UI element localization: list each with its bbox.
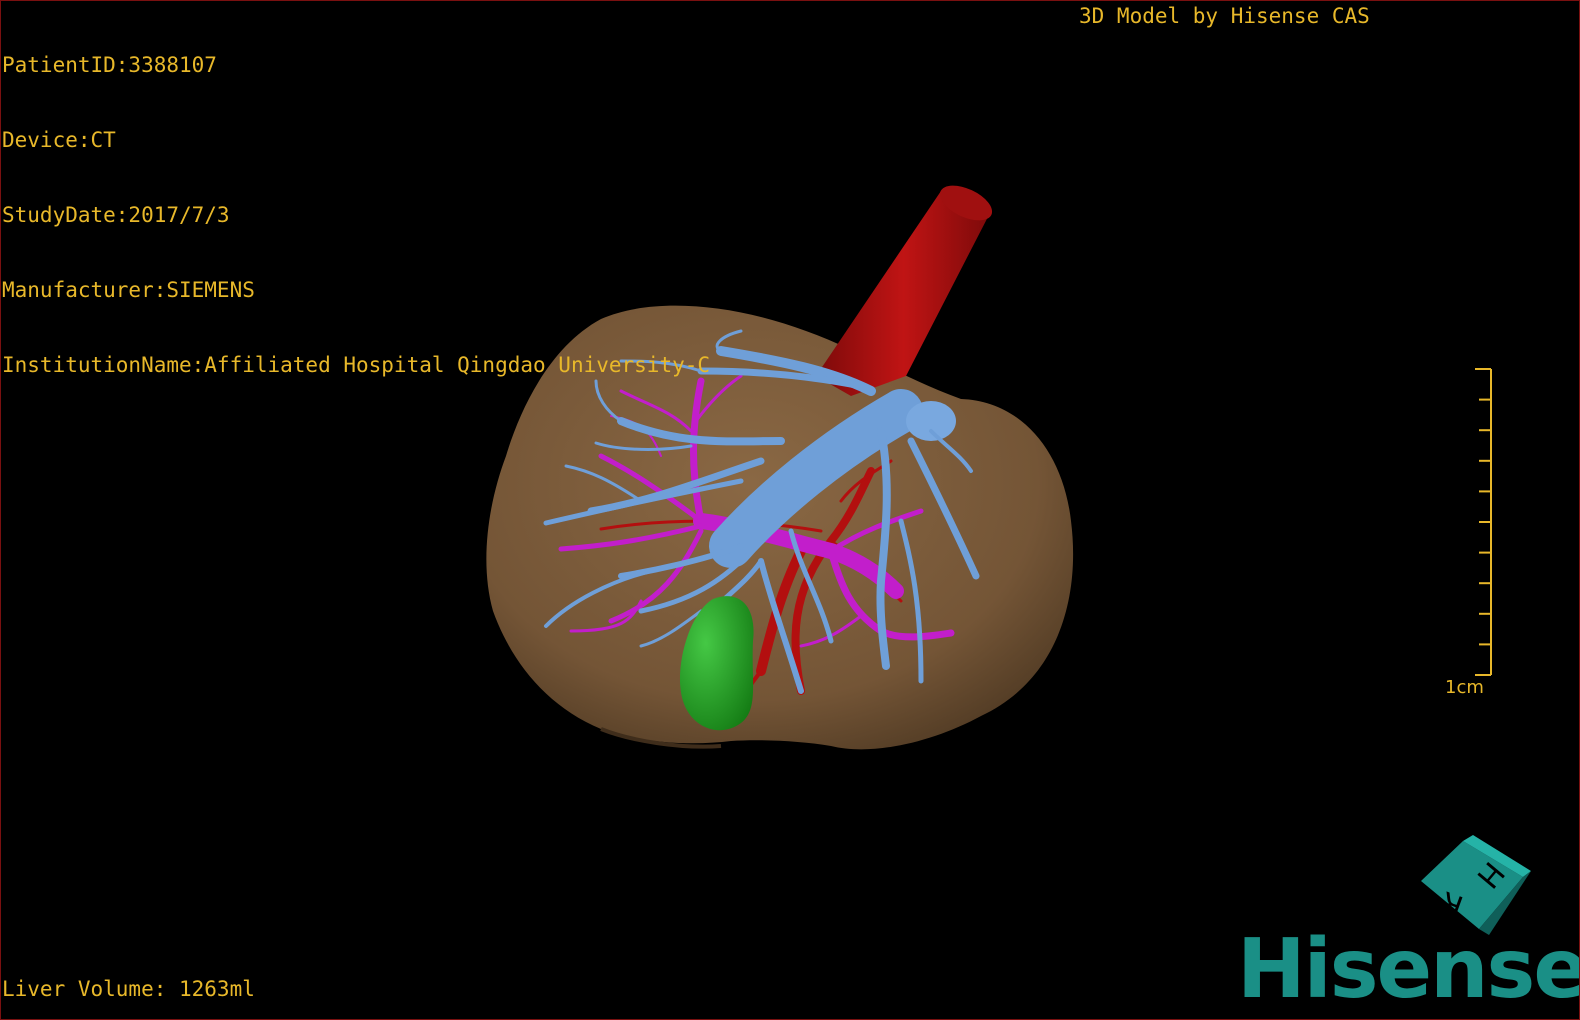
3d-viewport[interactable]: PatientID:3388107 Device:CT StudyDate:20…: [0, 0, 1580, 1020]
patient-id: PatientID:3388107: [2, 53, 217, 77]
manufacturer: Manufacturer:SIEMENS: [2, 278, 255, 302]
study-date: StudyDate:2017/7/3: [2, 203, 230, 227]
liver-volume: Liver Volume: 1263ml: [2, 977, 255, 1001]
scale-bar: [1475, 368, 1492, 676]
brand-logo: Hisense: [1237, 922, 1580, 1017]
model-credit: 3D Model by Hisense CAS: [1079, 4, 1370, 28]
patient-info-overlay: PatientID:3388107 Device:CT StudyDate:20…: [2, 3, 710, 428]
device: Device:CT: [2, 128, 116, 152]
inferior-vena-cava: [816, 185, 993, 396]
institution-name: InstitutionName:Affiliated Hospital Qing…: [2, 353, 711, 377]
scale-bar-label: 1cm: [1445, 677, 1484, 698]
